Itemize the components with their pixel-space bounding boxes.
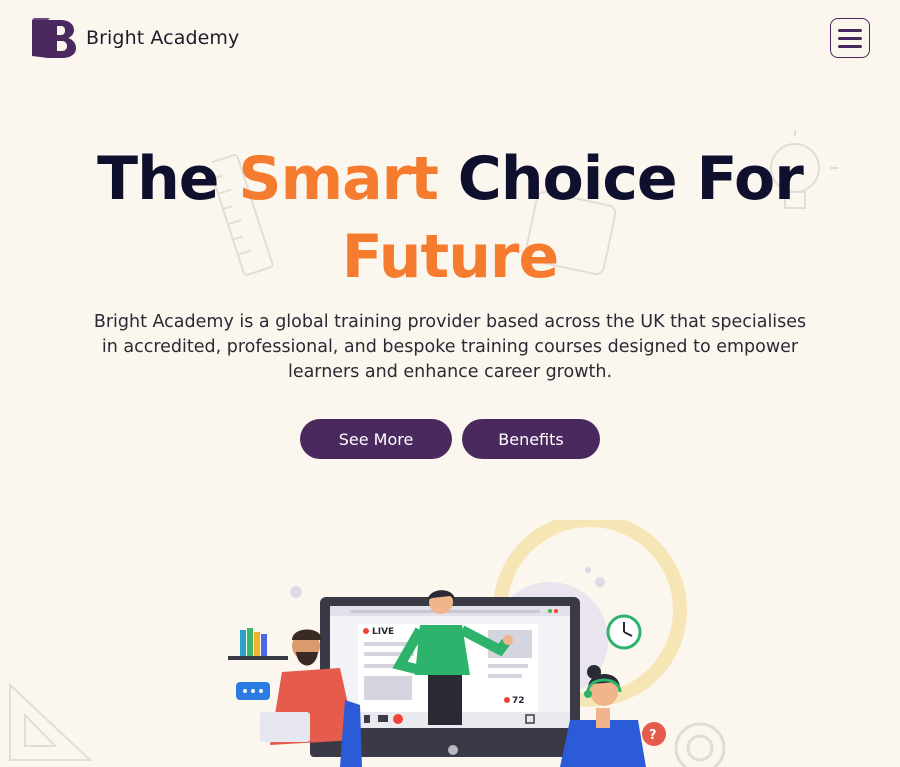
brand-name: Bright Academy — [86, 27, 240, 49]
brand-logo[interactable]: Bright Academy — [30, 16, 239, 60]
title-accent-smart: Smart — [238, 144, 438, 214]
benefits-button[interactable]: Benefits — [462, 419, 600, 459]
site-header: Bright Academy — [0, 0, 900, 76]
hero-title: The Smart Choice For Future — [97, 144, 804, 292]
hero-description: Bright Academy is a global training prov… — [93, 312, 807, 382]
menu-button[interactable] — [830, 18, 870, 58]
title-accent-future: Future — [341, 222, 559, 292]
online-learning-illustration: LIVE 72 ? — [228, 520, 726, 767]
live-badge: LIVE — [372, 627, 394, 637]
viewer-count: 72 — [512, 696, 525, 706]
hamburger-icon — [838, 28, 862, 32]
see-more-button[interactable]: See More — [300, 419, 452, 459]
book-logo-icon — [32, 18, 76, 58]
svg-text:?: ? — [649, 728, 657, 743]
